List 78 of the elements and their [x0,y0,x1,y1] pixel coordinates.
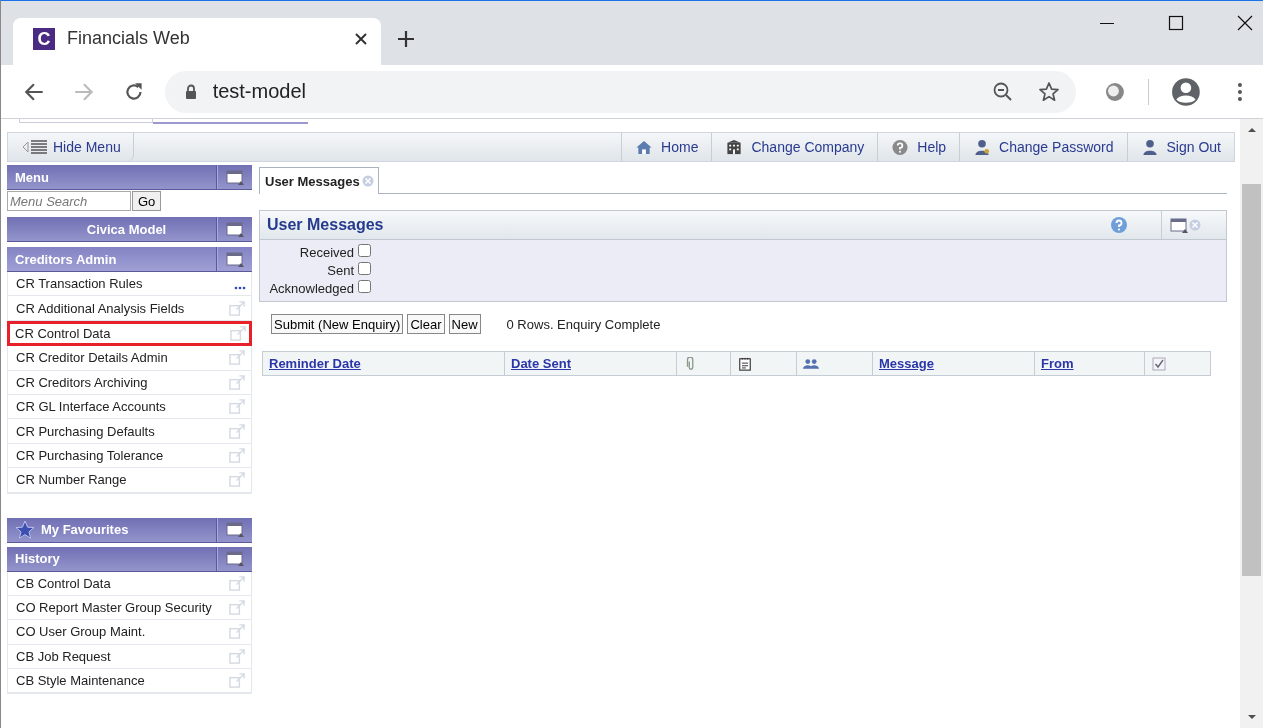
scroll-thumb[interactable] [1242,184,1261,576]
column-sort-link[interactable]: From [1041,356,1074,371]
panel-title: User Messages [267,216,384,234]
header-title: Civica Model [85,221,168,237]
close-icon[interactable] [1237,15,1253,31]
header-title: Creditors Admin [14,251,118,267]
lock-icon [184,83,197,100]
column-sort-link[interactable]: Date Sent [511,356,571,371]
star-icon [15,519,35,540]
nav-link[interactable]: Change Password [959,133,1127,161]
column-sort-link[interactable]: Reminder Date [269,356,361,371]
filter-label: Sent [326,262,354,278]
menu-item[interactable]: CB Job Request [8,644,251,670]
user-key-icon [973,138,992,156]
menu-item[interactable]: CB Style Maintenance [8,669,251,694]
url-text: test-model [212,80,306,103]
action-button[interactable]: New [448,314,481,334]
profile-icon[interactable] [1171,76,1202,107]
action-button[interactable]: Clear [407,314,445,334]
window-icon[interactable] [225,550,244,567]
tab-title: Financials Web [67,28,191,49]
browser-tab[interactable]: C Financials Web [13,18,381,65]
column-sort-link[interactable]: Message [879,356,934,371]
status-text: 0 Rows. Enquiry Complete [506,316,661,332]
filter-checkbox[interactable] [358,244,371,257]
scroll-up-icon[interactable] [1246,125,1257,135]
menu-item[interactable]: CR GL Interface Accounts [8,394,251,420]
maximize-icon[interactable] [1168,15,1184,31]
window-icon[interactable] [225,168,244,186]
nav-link[interactable]: Change Company [711,133,878,161]
window-icon[interactable] [1170,216,1188,234]
ellipsis-icon[interactable] [234,285,246,290]
window-icon[interactable] [225,521,244,538]
header-title: Menu [14,169,50,185]
menu-item[interactable]: CR Creditors Archiving [8,370,251,395]
house-icon [635,138,654,156]
menu-item[interactable]: CO User Group Maint. [8,620,251,645]
notepad-icon [737,356,753,371]
scroll-down-icon[interactable] [1246,712,1257,722]
panel-header[interactable]: History [7,546,252,572]
filter-label: Acknowledged [268,280,354,296]
menu-item[interactable]: CR Number Range [8,468,251,493]
filter-checkbox[interactable] [358,262,371,275]
menu-item[interactable]: CO Report Master Group Security [8,595,251,621]
new-tab-icon[interactable] [397,30,415,48]
checkbox-icon [1151,356,1167,371]
people-icon [803,356,819,371]
address-bar[interactable]: test-model [164,70,1077,113]
extension-icon[interactable] [1104,80,1127,103]
scrollbar[interactable] [1240,119,1263,728]
collapse-menu-icon [22,139,48,155]
panel-header[interactable]: My Favourites [7,517,252,543]
building-icon [725,138,744,156]
nav-link[interactable]: Help [877,133,960,161]
filter-label: Received [298,244,354,260]
hide-menu-button[interactable]: Hide Menu [8,133,134,161]
menu-item[interactable]: CR Additional Analysis Fields [8,296,251,321]
app-favicon: C [33,27,55,50]
menu-search-field[interactable]: Menu Search [7,191,131,211]
menu-item[interactable]: CR Transaction Rules [8,272,251,297]
star-icon[interactable] [1038,80,1061,103]
help-icon [891,138,910,156]
nav-link[interactable]: Home [621,133,712,161]
menu-item[interactable]: CR Creditor Details Admin [8,346,251,371]
menu-item[interactable]: CR Purchasing Tolerance [8,443,251,469]
nav-link[interactable]: Sign Out [1126,133,1234,161]
action-button[interactable]: Submit (New Enquiry) [271,314,404,334]
header-title: My Favourites [40,522,130,537]
header-title: History [14,551,61,566]
page-tab[interactable]: User Messages [259,167,379,194]
help-icon[interactable] [1110,216,1128,234]
menu-item[interactable]: CB Control Data [8,571,251,596]
menu-item[interactable]: CR Control Data [7,320,252,347]
window-icon[interactable] [225,220,244,238]
close-icon[interactable] [353,30,369,47]
menu-item[interactable]: CR Purchasing Defaults [8,419,251,444]
filter-checkbox[interactable] [358,280,371,293]
go-button[interactable]: Go [132,191,162,211]
